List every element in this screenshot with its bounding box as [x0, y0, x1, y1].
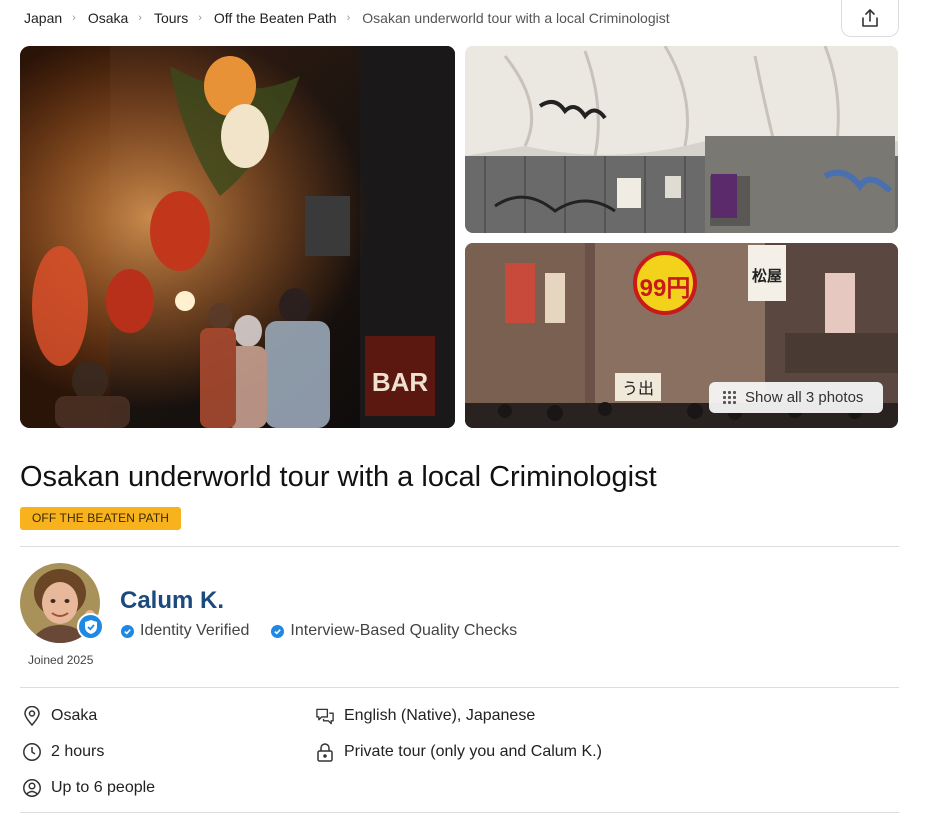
- shop-sign-text: 松屋: [752, 267, 782, 285]
- chat-bubbles-icon: [315, 706, 335, 726]
- host-joined-date: Joined 2025: [28, 653, 94, 667]
- breadcrumb-item-off-the-beaten-path[interactable]: Off the Beaten Path: [214, 10, 337, 26]
- clock-icon: [22, 742, 42, 762]
- fact-language: English (Native), Japanese: [315, 706, 535, 726]
- breadcrumb-item-tours[interactable]: Tours: [154, 10, 188, 26]
- show-all-photos-label: Show all 3 photos: [745, 389, 864, 406]
- photo-shopping-street[interactable]: 99円 松屋 う出 Show all 3 photos: [465, 243, 898, 428]
- chevron-right-icon: ›: [198, 12, 202, 24]
- location-pin-icon: [22, 706, 42, 726]
- fact-duration: 2 hours: [22, 742, 104, 762]
- category-badge[interactable]: OFF THE BEATEN PATH: [20, 507, 182, 530]
- fact-language-text: English (Native), Japanese: [344, 707, 536, 724]
- breadcrumb-item-osaka[interactable]: Osaka: [88, 10, 128, 26]
- host-checks: Identity Verified Interview-Based Qualit…: [121, 622, 539, 640]
- share-icon: [862, 9, 878, 27]
- price-sign-text: 99円: [640, 275, 691, 302]
- photo-night-alley[interactable]: BAR: [20, 46, 455, 428]
- show-all-photos-button[interactable]: Show all 3 photos: [709, 382, 883, 413]
- check-label: Identity Verified: [140, 622, 250, 639]
- breadcrumb: Japan › Osaka › Tours › Off the Beaten P…: [24, 10, 670, 26]
- breadcrumb-item-current: Osakan underworld tour with a local Crim…: [362, 10, 670, 26]
- chevron-right-icon: ›: [346, 12, 351, 24]
- lock-icon: [315, 742, 335, 762]
- fact-location-text: Osaka: [51, 707, 98, 724]
- bar-sign-text: BAR: [372, 367, 429, 397]
- divider: [20, 546, 899, 547]
- fact-location: Osaka: [22, 706, 97, 726]
- fact-group-size: Up to 6 people: [22, 778, 155, 798]
- check-label: Interview-Based Quality Checks: [290, 622, 518, 639]
- fact-privacy: Private tour (only you and Calum K.): [315, 742, 602, 762]
- fact-group-size-text: Up to 6 people: [51, 779, 156, 796]
- fact-privacy-text: Private tour (only you and Calum K.): [344, 743, 602, 760]
- photo-graffiti-wall[interactable]: [465, 46, 898, 233]
- verified-badge-icon: [77, 613, 104, 640]
- breadcrumb-item-japan[interactable]: Japan: [24, 10, 62, 26]
- page-title: Osakan underworld tour with a local Crim…: [20, 461, 657, 493]
- check-identity-verified: Identity Verified: [121, 622, 249, 640]
- fact-duration-text: 2 hours: [51, 743, 105, 760]
- divider: [20, 812, 899, 813]
- grid-icon: [723, 391, 736, 404]
- host-name-link[interactable]: Calum K.: [120, 587, 224, 615]
- check-icon: [271, 624, 285, 638]
- check-interview-quality: Interview-Based Quality Checks: [271, 622, 517, 640]
- divider: [20, 687, 899, 688]
- chevron-right-icon: ›: [72, 12, 76, 24]
- share-button[interactable]: [841, 0, 899, 37]
- chevron-right-icon: ›: [138, 12, 142, 24]
- check-icon: [121, 624, 134, 638]
- person-circle-icon: [22, 778, 42, 798]
- exit-sign-text: う出: [622, 379, 654, 398]
